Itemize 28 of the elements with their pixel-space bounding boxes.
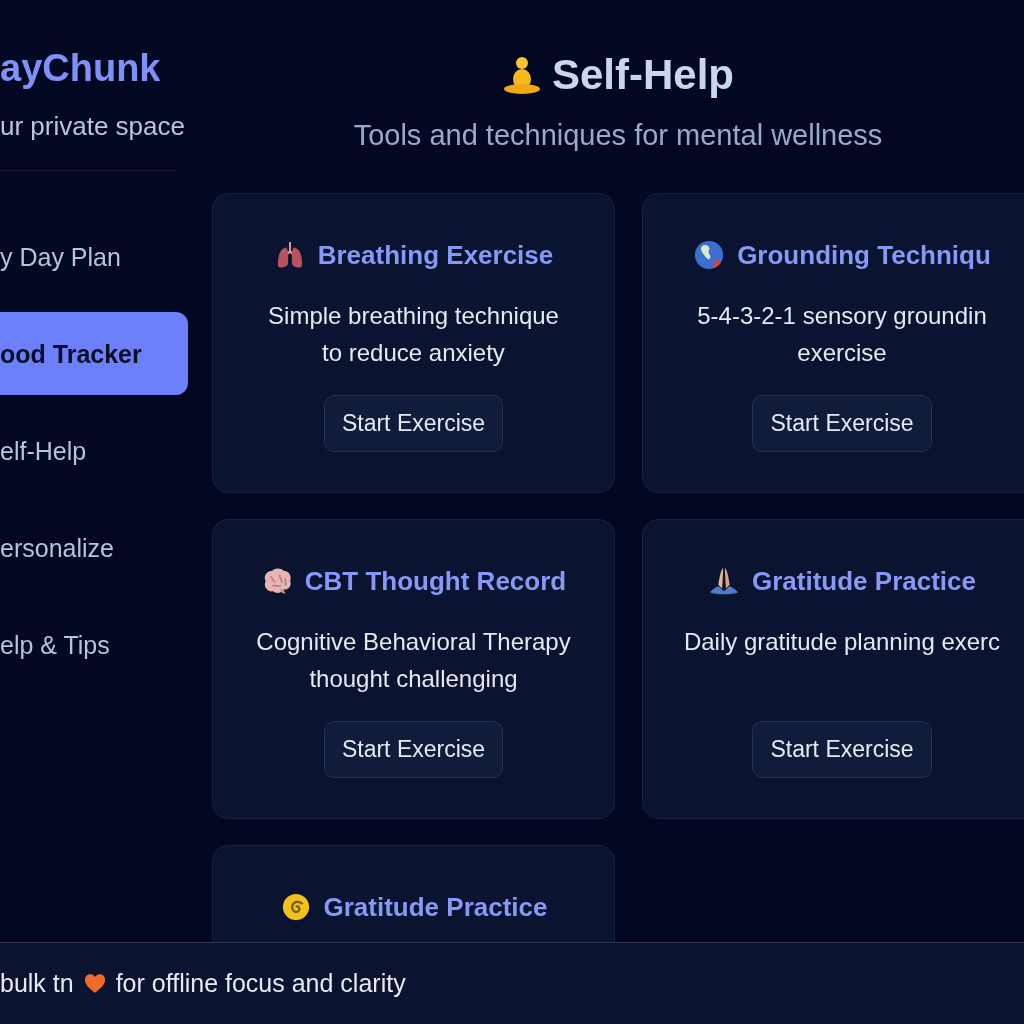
card-description: 5-4-3-2-1 sensory groundin exercise [697,301,987,368]
globe-icon [693,240,726,270]
page-subtitle: Tools and techniques for mental wellness [353,120,883,150]
start-exercise-button[interactable]: Start Exercise [323,395,504,452]
nav-item[interactable]: elf-Help [0,435,87,466]
nav-item[interactable]: elp & Tips [0,629,110,660]
start-exercise-button[interactable]: Start Exercise [752,721,932,778]
card-title: CBT Thought Record [304,565,567,597]
nav-item[interactable]: ersonalize [0,532,114,563]
card-description: Simple breathing technique to reduce anxiety [268,301,559,368]
footer-text: for offline focus and clarity [115,969,406,998]
page-title: Self-Help [552,51,734,99]
card-description: Cognitive Behavioral Therapy thought challenging [256,627,571,694]
card-description: Daily gratitude planning exerc [683,627,1001,657]
meditating-person-icon [502,55,542,95]
start-exercise-button[interactable]: Start Exercise [752,395,932,452]
nav-item[interactable]: ood Tracker [0,312,188,395]
card-title: Gratitude Practice [752,565,976,597]
nav-item[interactable]: y Day Plan [0,241,121,272]
start-exercise-button[interactable]: Start Exercise [323,721,504,778]
card-title: Grounding Techniqu [737,239,991,271]
card-title: Gratitude Practice [323,891,548,923]
app-tagline: ur private space [0,110,185,142]
heart-icon [83,973,106,994]
card-title: Breathing Exercise [317,239,554,271]
app-title: ayChunk [0,46,161,90]
footer-text: bulk tn [0,969,74,998]
praying-hands-icon [708,566,740,596]
